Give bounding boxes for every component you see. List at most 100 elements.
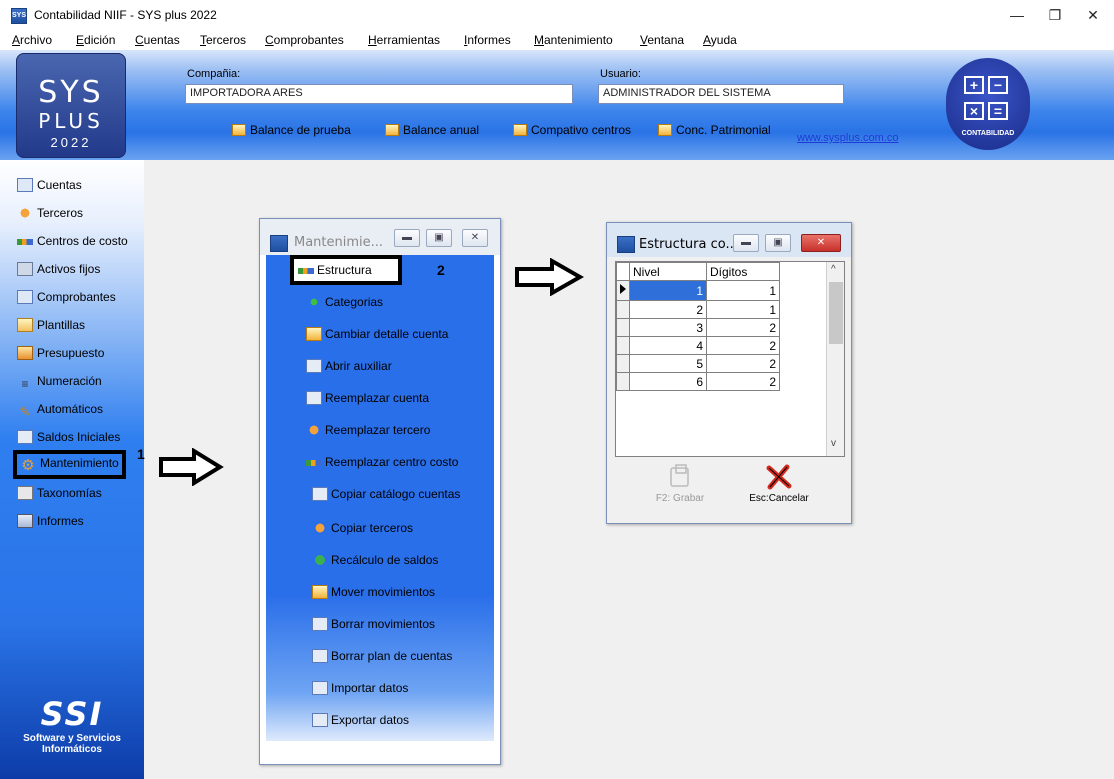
cell-nivel[interactable]: 3	[629, 318, 707, 337]
sidebar-item-mantenimiento[interactable]: ⚙ Mantenimiento	[13, 450, 126, 479]
menu-comprobantes[interactable]: Comprobantes	[265, 33, 344, 47]
cancel-button[interactable]: Esc:Cancelar	[739, 463, 819, 504]
mantenimiento-titlebar[interactable]: Mantenimie... ▬ ▣ ✕	[260, 219, 500, 255]
org-chart-icon	[17, 239, 33, 245]
menu-terceros[interactable]: Terceros	[200, 33, 246, 47]
cell-digitos[interactable]: 2	[706, 372, 780, 391]
quick-balance-anual[interactable]: Balance anual	[385, 123, 479, 137]
scroll-up-icon[interactable]: ^	[831, 264, 836, 275]
menu-item-reemplazar-cuenta[interactable]: Reemplazar cuenta	[306, 391, 429, 405]
mantenimiento-window: Mantenimie... ▬ ▣ ✕ Estructura Categoria…	[259, 218, 501, 765]
table-row[interactable]: 3 2	[616, 318, 780, 337]
menu-cuentas[interactable]: Cuentas	[135, 33, 180, 47]
menu-item-borrar-movimientos[interactable]: Borrar movimientos	[312, 617, 435, 631]
app-icon[interactable]: SYS	[11, 8, 27, 24]
company-field[interactable]: IMPORTADORA ARES	[185, 84, 573, 104]
website-link[interactable]: www.sysplus.com.co	[797, 132, 898, 144]
save-button[interactable]: F2: Grabar	[645, 463, 715, 504]
menu-item-cambiar-detalle[interactable]: Cambiar detalle cuenta	[306, 327, 448, 341]
quick-balance-prueba[interactable]: Balance de prueba	[232, 123, 351, 137]
maximize-icon[interactable]: ▣	[765, 234, 791, 252]
menu-item-copiar-catalogo[interactable]: Copiar catálogo cuentas	[312, 487, 460, 501]
close-icon[interactable]: ✕	[801, 234, 841, 252]
minimize-icon[interactable]: ▬	[733, 234, 759, 252]
sidebar-item-presupuesto[interactable]: Presupuesto	[17, 346, 104, 360]
menu-ventana[interactable]: Ventana	[640, 33, 684, 47]
menu-item-reemplazar-centro[interactable]: Reemplazar centro costo	[306, 455, 458, 469]
minimize-icon[interactable]: ▬	[394, 229, 420, 247]
menu-item-borrar-plan[interactable]: Borrar plan de cuentas	[312, 649, 452, 663]
cell-nivel[interactable]: 2	[629, 300, 707, 319]
menu-item-recalculo[interactable]: Recálculo de saldos	[312, 553, 438, 567]
window-app-icon	[270, 235, 288, 252]
window-title: Contabilidad NIIF - SYS plus 2022	[34, 8, 217, 22]
table-row[interactable]: 4 2	[616, 336, 780, 355]
sidebar-item-automaticos[interactable]: ✎ Automáticos	[17, 402, 103, 419]
cell-digitos[interactable]: 2	[706, 318, 780, 337]
sidebar-item-informes[interactable]: Informes	[17, 514, 84, 528]
column-header-nivel[interactable]: Nivel	[629, 262, 707, 281]
cell-digitos[interactable]: 2	[706, 336, 780, 355]
cell-nivel[interactable]: 4	[629, 336, 707, 355]
maximize-icon[interactable]: ▣	[426, 229, 452, 247]
cell-nivel[interactable]: 5	[629, 354, 707, 373]
sidebar-item-numeracion[interactable]: ≡ Numeración	[17, 374, 101, 391]
menu-archivo[interactable]: Archivo	[12, 33, 52, 47]
replace-account-icon	[306, 391, 322, 405]
user-field[interactable]: ADMINISTRADOR DEL SISTEMA	[598, 84, 844, 104]
menu-informes[interactable]: Informes	[464, 33, 511, 47]
close-icon[interactable]: ✕	[462, 229, 488, 247]
estructura-titlebar[interactable]: Estructura co... ▬ ▣ ✕	[607, 223, 851, 257]
scroll-down-icon[interactable]: v	[831, 438, 836, 449]
menu-ayuda[interactable]: Ayuda	[703, 33, 737, 47]
grid-scrollbar[interactable]: ^ v	[826, 262, 844, 456]
sidebar-item-activos-fijos[interactable]: Activos fijos	[17, 262, 100, 276]
menu-item-exportar[interactable]: Exportar datos	[312, 713, 409, 727]
cell-nivel[interactable]: 1	[629, 280, 707, 301]
menu-item-mover-movimientos[interactable]: Mover movimientos	[312, 585, 435, 599]
table-row[interactable]: 1 1	[616, 280, 780, 301]
menu-item-categorias[interactable]: Categorias	[306, 295, 383, 309]
cell-nivel[interactable]: 6	[629, 372, 707, 391]
cancel-x-icon	[766, 464, 792, 490]
column-header-digitos[interactable]: Dígitos	[706, 262, 780, 281]
menu-item-importar[interactable]: Importar datos	[312, 681, 408, 695]
menu-item-abrir-auxiliar[interactable]: Abrir auxiliar	[306, 359, 392, 373]
logo-text-plus: PLUS	[38, 109, 104, 133]
sidebar-item-taxonomias[interactable]: Taxonomías	[17, 486, 102, 500]
structure-icon	[298, 268, 314, 274]
menu-item-estructura[interactable]: Estructura	[290, 255, 402, 285]
estructura-grid[interactable]: Nivel Dígitos 1 1 2 1 3 2 4 2 5 2 6 2 ^ …	[615, 261, 845, 457]
cell-digitos[interactable]: 2	[706, 354, 780, 373]
menu-item-label: Cambiar detalle cuenta	[325, 327, 449, 341]
sidebar-item-saldos-iniciales[interactable]: Saldos Iniciales	[17, 430, 120, 444]
sidebar-item-plantillas[interactable]: Plantillas	[17, 318, 85, 332]
table-row[interactable]: 2 1	[616, 300, 780, 319]
quick-link-label: Balance de prueba	[250, 123, 351, 137]
sidebar-item-label: Plantillas	[37, 318, 86, 332]
menu-edicion[interactable]: Edición	[76, 33, 115, 47]
cell-digitos[interactable]: 1	[706, 280, 780, 301]
menu-item-label: Borrar movimientos	[331, 617, 436, 631]
sidebar-item-terceros[interactable]: Terceros	[17, 206, 83, 220]
quick-compativo-centros[interactable]: Compativo centros	[513, 123, 631, 137]
menu-item-label: Importar datos	[331, 681, 409, 695]
table-row[interactable]: 6 2	[616, 372, 780, 391]
ssi-logo-text: SSI	[40, 695, 104, 733]
menu-mantenimiento[interactable]: Mantenimiento	[534, 33, 613, 47]
sidebar-item-centros-costo[interactable]: Centros de costo	[17, 234, 128, 248]
sidebar-item-comprobantes[interactable]: Comprobantes	[17, 290, 116, 304]
menu-herramientas[interactable]: Herramientas	[368, 33, 440, 47]
sidebar-item-cuentas[interactable]: Cuentas	[17, 178, 82, 192]
scroll-thumb[interactable]	[829, 282, 843, 344]
table-row[interactable]: 5 2	[616, 354, 780, 373]
quick-conc-patrimonial[interactable]: Conc. Patrimonial	[658, 123, 771, 137]
menu-item-copiar-terceros[interactable]: Copiar terceros	[312, 521, 413, 535]
close-icon[interactable]: ✕	[1078, 4, 1108, 26]
menu-item-reemplazar-tercero[interactable]: Reemplazar tercero	[306, 423, 430, 437]
cell-digitos[interactable]: 1	[706, 300, 780, 319]
restore-icon[interactable]: ❐	[1040, 4, 1070, 26]
menu-item-label: Borrar plan de cuentas	[331, 649, 453, 663]
minimize-icon[interactable]: —	[1002, 4, 1032, 26]
row-indicator-header	[616, 262, 630, 281]
